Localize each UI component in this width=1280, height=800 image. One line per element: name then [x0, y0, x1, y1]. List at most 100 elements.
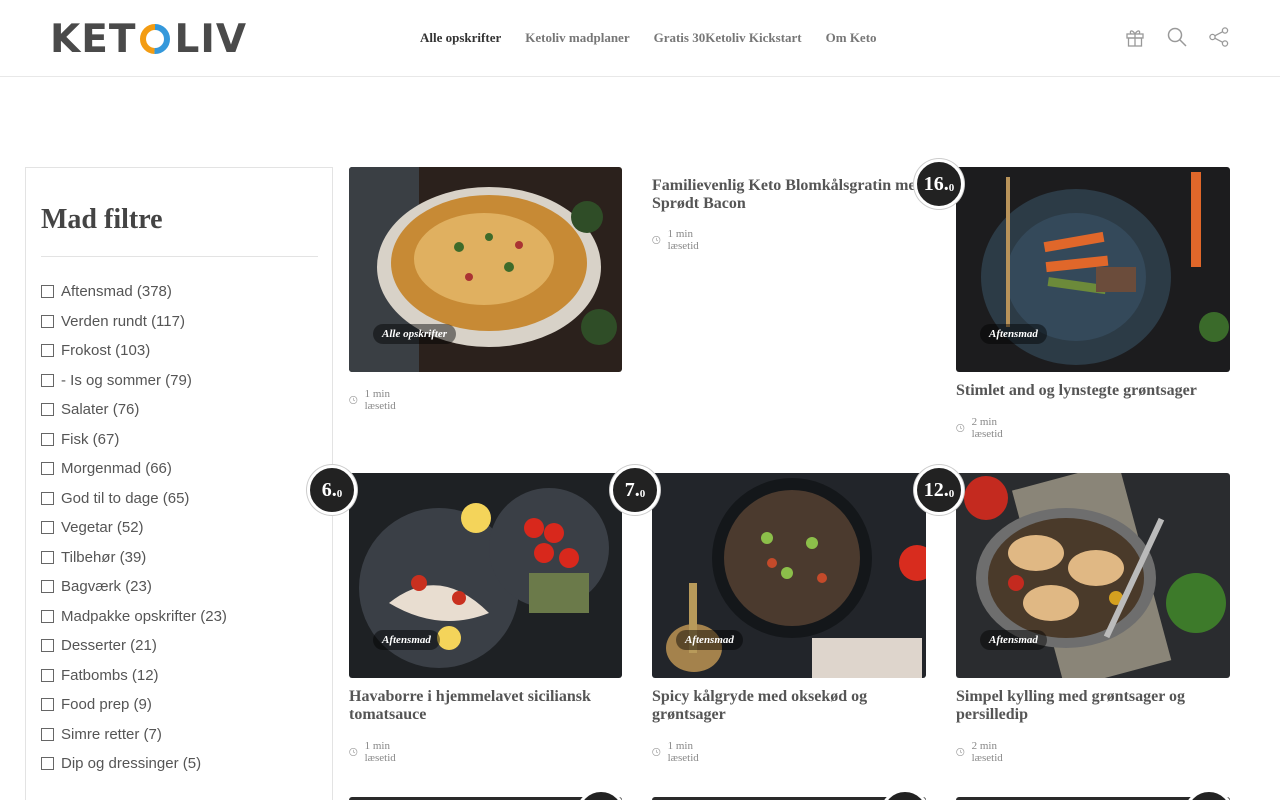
score-main: 16.: [923, 172, 949, 195]
score-badge: 16. 0: [914, 159, 964, 209]
nav-alle-opskrifter[interactable]: Alle opskrifter: [420, 30, 501, 46]
recipe-title[interactable]: Stimlet and og lynstegte grøntsager: [956, 382, 1241, 400]
logo-ring-icon: [138, 22, 172, 56]
nav-om-keto[interactable]: Om Keto: [826, 30, 877, 46]
gift-icon[interactable]: [1124, 26, 1146, 48]
filter-item[interactable]: Simre retter (7): [41, 720, 227, 750]
category-tag[interactable]: Aftensmad: [980, 324, 1047, 344]
sidebar-title: Mad filtre: [41, 204, 163, 235]
filter-sidebar: Mad filtre Aftensmad (378) Verden rundt (…: [25, 167, 333, 800]
filter-checkbox[interactable]: [41, 285, 54, 299]
filter-label: Food prep (9): [61, 696, 152, 714]
read-time-text: 2 min læsetid: [971, 416, 1003, 440]
filter-checkbox[interactable]: [41, 491, 54, 505]
category-tag[interactable]: Alle opskrifter: [373, 324, 457, 344]
filter-label: Salater (76): [61, 401, 140, 419]
filter-label: Tilbehør (39): [61, 548, 147, 566]
filter-checkbox[interactable]: [41, 521, 54, 535]
filter-checkbox[interactable]: [41, 550, 54, 564]
filter-item[interactable]: Frokost (103): [41, 336, 227, 366]
clock-icon: [349, 395, 358, 405]
filter-checkbox[interactable]: [41, 314, 54, 328]
read-time-text: 1 min læsetid: [364, 740, 396, 764]
read-time: 1 min læsetid: [349, 388, 401, 412]
filter-checkbox[interactable]: [41, 757, 54, 771]
filter-checkbox[interactable]: [41, 727, 54, 741]
recipe-image[interactable]: Aftensmad: [652, 473, 926, 678]
site-header: KET LIV Alle opskrifter Ketoliv madplane…: [0, 0, 1280, 77]
filter-checkbox[interactable]: [41, 580, 54, 594]
filter-item[interactable]: Bagværk (23): [41, 572, 227, 602]
recipe-image[interactable]: Alle opskrifter: [349, 167, 622, 372]
filter-item[interactable]: Morgenmad (66): [41, 454, 227, 484]
read-time: 1 min læsetid: [349, 740, 401, 764]
filter-label: Aftensmad (378): [61, 283, 172, 301]
filter-checkbox[interactable]: [41, 609, 54, 623]
recipe-title[interactable]: Havaborre i hjemmelavet siciliansk tomat…: [349, 688, 634, 724]
filter-label: Fatbombs (12): [61, 666, 159, 684]
recipe-title[interactable]: Simpel kylling med grøntsager og persill…: [956, 688, 1241, 724]
filter-item[interactable]: - Is og sommer (79): [41, 366, 227, 396]
filter-label: Morgenmad (66): [61, 460, 172, 478]
filter-checkbox[interactable]: [41, 462, 54, 476]
score-badge-partial: [576, 789, 626, 800]
filter-item[interactable]: Aftensmad (378): [41, 277, 227, 307]
filter-list: Aftensmad (378) Verden rundt (117) Frokost…: [41, 277, 227, 779]
filter-item[interactable]: Madpakke opskrifter (23): [41, 602, 227, 632]
score-badge: 12. 0: [914, 465, 964, 515]
filter-label: Frokost (103): [61, 342, 151, 360]
recipe-image[interactable]: Aftensmad: [349, 473, 622, 678]
read-time-text: 1 min læsetid: [364, 388, 396, 412]
clock-icon: [349, 747, 358, 757]
recipe-image[interactable]: Aftensmad: [956, 167, 1230, 372]
filter-label: Dip og dressinger (5): [61, 755, 202, 773]
filter-item[interactable]: God til to dage (65): [41, 484, 227, 514]
filter-item[interactable]: Vegetar (52): [41, 513, 227, 543]
category-tag[interactable]: Aftensmad: [373, 630, 440, 650]
filter-item[interactable]: Desserter (21): [41, 631, 227, 661]
read-time-text: 2 min læsetid: [971, 740, 1003, 764]
clock-icon: [956, 423, 965, 433]
score-decimal: 0: [336, 487, 343, 500]
filter-item[interactable]: Fisk (67): [41, 425, 227, 455]
filter-checkbox[interactable]: [41, 373, 54, 387]
search-icon[interactable]: [1166, 26, 1188, 48]
filter-label: Vegetar (52): [61, 519, 144, 537]
recipe-title[interactable]: Spicy kålgryde med oksekød og grøntsager: [652, 688, 937, 724]
filter-label: Fisk (67): [61, 430, 120, 448]
filter-checkbox[interactable]: [41, 432, 54, 446]
score-main: 12.: [923, 478, 949, 501]
category-tag[interactable]: Aftensmad: [980, 630, 1047, 650]
clock-icon: [652, 235, 661, 245]
filter-checkbox[interactable]: [41, 668, 54, 682]
read-time-text: 1 min læsetid: [667, 228, 699, 252]
filter-checkbox[interactable]: [41, 403, 54, 417]
filter-item[interactable]: Food prep (9): [41, 690, 227, 720]
share-icon[interactable]: [1208, 26, 1230, 48]
filter-item[interactable]: Verden rundt (117): [41, 307, 227, 337]
ketoliv-logo[interactable]: KET LIV: [50, 17, 247, 62]
nav-ketoliv-madplaner[interactable]: Ketoliv madplaner: [525, 30, 629, 46]
header-icons: [1124, 26, 1230, 48]
recipe-image[interactable]: Aftensmad: [956, 473, 1230, 678]
filter-item[interactable]: Tilbehør (39): [41, 543, 227, 573]
score-badge: 6. 0: [307, 465, 357, 515]
filter-checkbox[interactable]: [41, 698, 54, 712]
divider: [41, 256, 318, 257]
main-nav: Alle opskrifter Ketoliv madplaner Gratis…: [420, 30, 877, 46]
logo-text-left: KET: [50, 16, 137, 62]
clock-icon: [652, 747, 661, 757]
filter-label: - Is og sommer (79): [61, 371, 192, 389]
score-main: 6.: [321, 478, 337, 501]
score-badge-partial: [1184, 789, 1234, 800]
filter-item[interactable]: Dip og dressinger (5): [41, 749, 227, 779]
recipe-title[interactable]: Familievenlig Keto Blomkålsgratin med Sp…: [652, 177, 932, 213]
read-time: 2 min læsetid: [956, 416, 1008, 440]
filter-item[interactable]: Fatbombs (12): [41, 661, 227, 691]
score-badge-partial: [880, 789, 930, 800]
filter-checkbox[interactable]: [41, 344, 54, 358]
filter-checkbox[interactable]: [41, 639, 54, 653]
nav-kickstart[interactable]: Gratis 30Ketoliv Kickstart: [654, 30, 802, 46]
category-tag[interactable]: Aftensmad: [676, 630, 743, 650]
filter-item[interactable]: Salater (76): [41, 395, 227, 425]
